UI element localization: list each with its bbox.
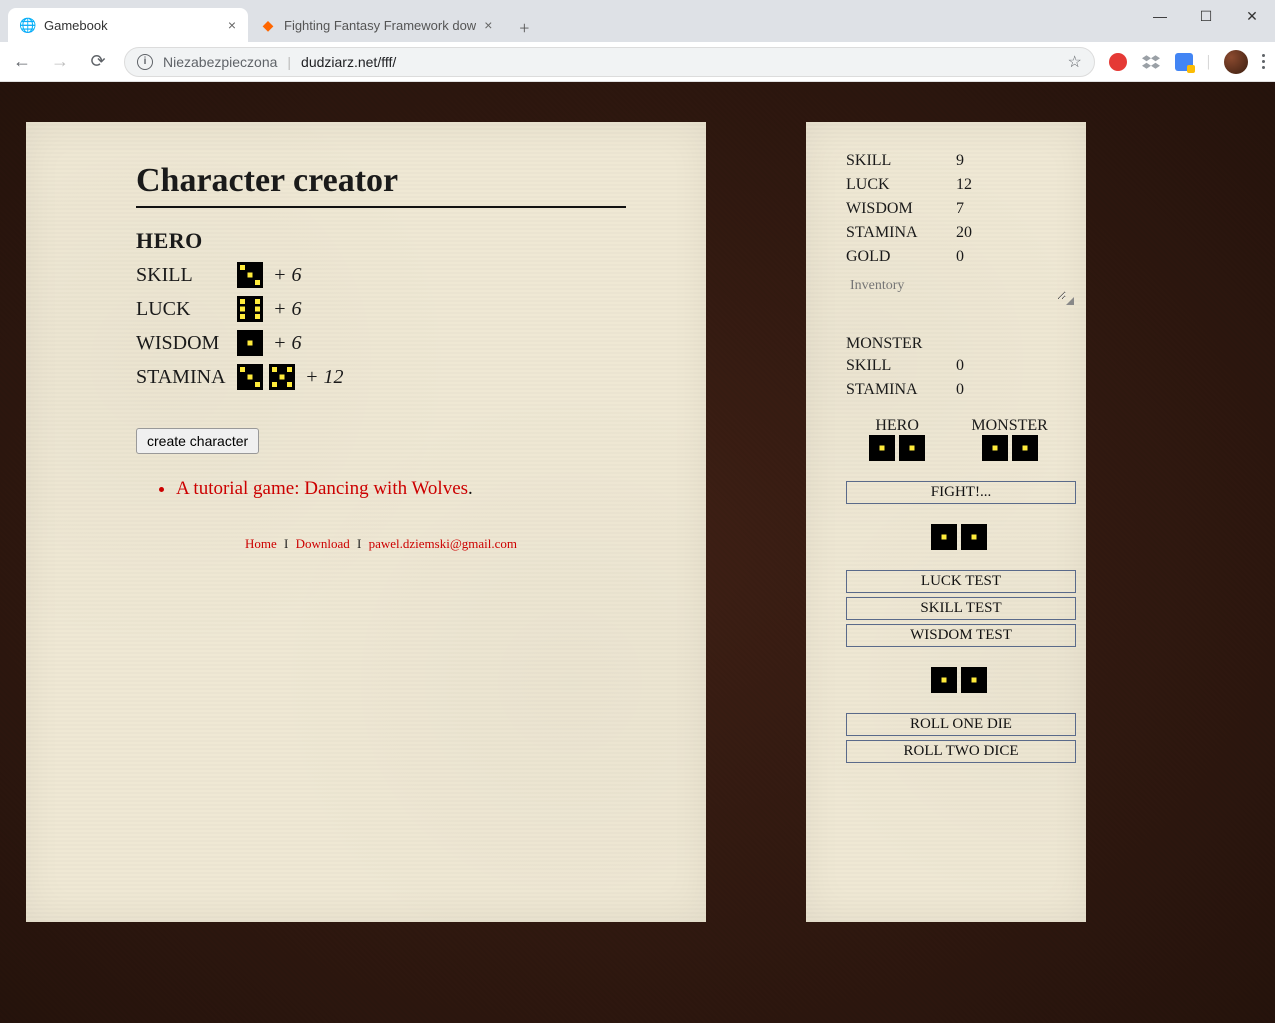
combat-monster-label: MONSTER	[971, 417, 1047, 435]
die-icon	[869, 435, 895, 461]
roll-dice	[846, 667, 1071, 693]
monster-heading: MONSTER	[846, 335, 1071, 353]
stat-label: SKILL	[846, 152, 956, 170]
forward-button[interactable]: →	[48, 50, 72, 74]
die-icon	[931, 524, 957, 550]
create-character-button[interactable]: create character	[136, 428, 259, 454]
stat-value: 20	[956, 224, 1071, 242]
character-creator-panel: Character creator HERO SKILL + 6 LUCK + …	[26, 122, 706, 922]
stat-bonus: + 12	[305, 366, 344, 389]
die-icon	[237, 364, 263, 390]
stat-label: STAMINA	[846, 381, 956, 399]
browser-chrome: 🌐 Gamebook × ◆ Fighting Fantasy Framewor…	[0, 0, 1275, 82]
footer-home-link[interactable]: Home	[245, 536, 277, 551]
close-icon[interactable]: ×	[228, 17, 236, 33]
stat-label: WISDOM	[136, 332, 231, 355]
reload-button[interactable]: ⟳	[86, 50, 110, 74]
stat-label: SKILL	[846, 357, 956, 375]
test-dice	[846, 524, 1071, 550]
footer-download-link[interactable]: Download	[296, 536, 350, 551]
url-text: dudziarz.net/fff/	[301, 54, 396, 70]
stat-row-wisdom: WISDOM + 6	[136, 330, 626, 356]
tab-strip: 🌐 Gamebook × ◆ Fighting Fantasy Framewor…	[0, 0, 1275, 42]
stat-value: 12	[956, 176, 1071, 194]
minimize-button[interactable]: —	[1137, 0, 1183, 32]
stat-row-stamina: STAMINA + 12	[136, 364, 626, 390]
close-window-button[interactable]: ✕	[1229, 0, 1275, 32]
tab-fff[interactable]: ◆ Fighting Fantasy Framework dow ×	[248, 8, 504, 42]
die-icon	[237, 262, 263, 288]
footer-email-link[interactable]: pawel.dziemski@gmail.com	[369, 536, 517, 551]
stat-row-skill: SKILL + 6	[136, 262, 626, 288]
footer-links: Home I Download I pawel.dziemski@gmail.c…	[136, 536, 626, 552]
hero-heading: HERO	[136, 228, 626, 254]
die-icon	[961, 524, 987, 550]
die-icon	[237, 296, 263, 322]
close-icon[interactable]: ×	[484, 17, 492, 33]
stat-value: 0	[956, 357, 1071, 375]
roll-one-die-button[interactable]: ROLL ONE DIE	[846, 713, 1076, 736]
stat-label: STAMINA	[136, 366, 231, 389]
globe-icon: 🌐	[20, 17, 36, 33]
security-label: Niezabezpieczona	[163, 54, 277, 70]
die-icon	[931, 667, 957, 693]
adblock-icon[interactable]	[1109, 53, 1127, 71]
stat-label: LUCK	[846, 176, 956, 194]
die-icon	[237, 330, 263, 356]
stat-bonus: + 6	[273, 264, 302, 287]
fight-button[interactable]: FIGHT!...	[846, 481, 1076, 504]
tab-gamebook[interactable]: 🌐 Gamebook ×	[8, 8, 248, 42]
stat-label: WISDOM	[846, 200, 956, 218]
combat-header: HERO MONSTER	[846, 417, 1071, 461]
stat-bonus: + 6	[273, 298, 302, 321]
stat-label: STAMINA	[846, 224, 956, 242]
wisdom-test-button[interactable]: WISDOM TEST	[846, 624, 1076, 647]
stat-label: SKILL	[136, 264, 231, 287]
stat-row-luck: LUCK + 6	[136, 296, 626, 322]
stat-label: LUCK	[136, 298, 231, 321]
stat-label: GOLD	[846, 248, 956, 266]
browser-menu-icon[interactable]	[1262, 54, 1265, 69]
stat-value: 9	[956, 152, 1071, 170]
combat-hero-label: HERO	[869, 417, 925, 435]
tutorial-link[interactable]: A tutorial game: Dancing with Wolves.	[176, 478, 626, 500]
tab-title: Gamebook	[44, 18, 220, 33]
stat-value: 7	[956, 200, 1071, 218]
stat-value: 0	[956, 381, 1071, 399]
dropbox-icon[interactable]	[1141, 52, 1161, 72]
roll-two-dice-button[interactable]: ROLL TWO DICE	[846, 740, 1076, 763]
die-icon	[961, 667, 987, 693]
maximize-button[interactable]: ☐	[1183, 0, 1229, 32]
page-viewport: Character creator HERO SKILL + 6 LUCK + …	[0, 82, 1275, 1023]
sourceforge-icon: ◆	[260, 17, 276, 33]
character-sheet-panel: SKILL 9 LUCK 12 WISDOM 7 STAMINA 20 GOLD…	[806, 122, 1086, 922]
window-controls: — ☐ ✕	[1137, 0, 1275, 32]
bookmark-star-icon[interactable]: ☆	[1067, 52, 1081, 72]
monster-stat-grid: SKILL 0 STAMINA 0	[846, 357, 1071, 399]
stat-bonus: + 6	[273, 332, 302, 355]
back-button[interactable]: ←	[10, 50, 34, 74]
google-translate-icon[interactable]	[1175, 53, 1193, 71]
browser-toolbar: ← → ⟳ i Niezabezpieczona | dudziarz.net/…	[0, 42, 1275, 82]
luck-test-button[interactable]: LUCK TEST	[846, 570, 1076, 593]
die-icon	[269, 364, 295, 390]
address-bar[interactable]: i Niezabezpieczona | dudziarz.net/fff/ ☆	[124, 47, 1095, 77]
profile-avatar[interactable]	[1224, 50, 1248, 74]
new-tab-button[interactable]: +	[510, 14, 538, 42]
inventory-textarea[interactable]	[846, 276, 1066, 300]
tab-title: Fighting Fantasy Framework dow	[284, 18, 476, 33]
hero-stat-grid: SKILL 9 LUCK 12 WISDOM 7 STAMINA 20 GOLD…	[846, 152, 1071, 266]
stat-value: 0	[956, 248, 1071, 266]
die-icon	[899, 435, 925, 461]
site-info-icon[interactable]: i	[137, 54, 153, 70]
skill-test-button[interactable]: SKILL TEST	[846, 597, 1076, 620]
die-icon	[982, 435, 1008, 461]
die-icon	[1012, 435, 1038, 461]
page-title: Character creator	[136, 162, 626, 208]
extension-icons: |	[1109, 50, 1265, 74]
